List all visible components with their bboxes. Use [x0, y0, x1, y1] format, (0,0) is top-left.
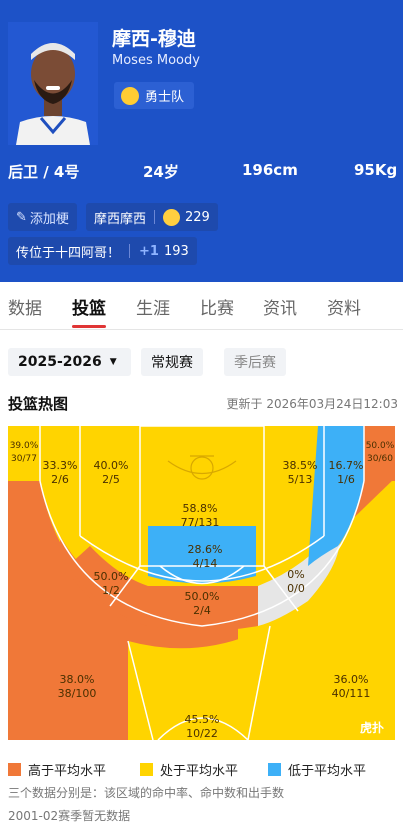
tab-games[interactable]: 比赛	[200, 294, 234, 319]
legend-label-average: 处于平均水平	[160, 764, 239, 779]
label-mid-right-base-pct: 16.7%	[329, 459, 364, 472]
note-explanation: 三个数据分别是：该区域的命中率、命中数和出手数	[8, 786, 285, 800]
chip-divider	[129, 244, 131, 258]
laugh-emoji-icon	[163, 208, 181, 226]
player-age: 24岁	[143, 163, 179, 181]
label-paint-pct: 28.6%	[188, 543, 223, 556]
label-mid-left-elbow-pct: 40.0%	[94, 459, 129, 472]
label-mid-left-elbow-made: 2/5	[102, 473, 120, 486]
label-mid-right-wing-pct: 0%	[287, 568, 304, 581]
heatmap-title: 投篮热图	[8, 395, 69, 413]
tab-profile[interactable]: 资料	[327, 294, 361, 319]
label-mid-left-base-made: 2/6	[51, 473, 69, 486]
plus-one-icon: +1	[139, 243, 159, 259]
legend-swatch-below	[268, 763, 281, 776]
tab-bar: 数据 投篮 生涯 比赛 资讯 资料	[0, 282, 403, 330]
tab-shooting[interactable]: 投篮	[72, 294, 106, 319]
label-rim-made: 77/131	[181, 516, 220, 529]
add-tag-label: 添加梗	[29, 211, 69, 227]
team-name: 勇士队	[145, 90, 185, 105]
quote-text: 传位于十四阿哥！	[16, 245, 121, 261]
legend-label-below: 低于平均水平	[288, 764, 367, 779]
updated-time: 更新于 2026年03月24日12:03	[226, 397, 398, 411]
label-corner-left-pct: 39.0%	[10, 441, 39, 451]
player-name-en: Moses Moody	[112, 53, 200, 68]
hupu-watermark: 虎扑	[360, 720, 384, 735]
chip-divider	[154, 210, 156, 224]
label-three-left-pct: 38.0%	[60, 673, 95, 686]
legend-swatch-above	[8, 763, 21, 776]
player-avatar	[8, 22, 98, 145]
nickname-tag[interactable]: 摩西摩西 229	[86, 203, 218, 231]
label-mid-right-elbow-pct: 38.5%	[283, 459, 318, 472]
player-position: 后卫 / 4号	[8, 163, 80, 181]
pencil-icon: ✎	[16, 209, 27, 225]
legend-swatch-average	[140, 763, 153, 776]
label-three-top-made: 10/22	[186, 727, 218, 740]
tab-stats[interactable]: 数据	[8, 294, 42, 319]
label-corner-right-pct: 50.0%	[366, 441, 395, 451]
label-three-right-pct: 36.0%	[334, 673, 369, 686]
tab-career[interactable]: 生涯	[136, 294, 170, 319]
add-tag-button[interactable]: ✎ 添加梗	[8, 203, 77, 231]
quote-tag[interactable]: 传位于十四阿哥！ +1 193	[8, 237, 197, 265]
warriors-logo-icon	[121, 86, 139, 105]
tab-news[interactable]: 资讯	[263, 294, 297, 319]
player-weight: 95Kg	[354, 161, 398, 179]
nickname-count: 229	[185, 209, 210, 225]
label-mid-top-made: 2/4	[193, 604, 211, 617]
label-corner-right-made: 30/60	[367, 454, 393, 464]
label-corner-left-made: 30/77	[11, 454, 37, 464]
label-mid-right-wing-made: 0/0	[287, 582, 305, 595]
nickname-text: 摩西摩西	[94, 211, 147, 227]
player-header: 摩西-穆迪 Moses Moody 勇士队 后卫 / 4号 24岁 196cm …	[0, 0, 403, 282]
label-paint-made: 4/14	[193, 557, 218, 570]
label-three-top-pct: 45.5%	[185, 713, 220, 726]
player-height: 196cm	[242, 161, 298, 179]
label-mid-right-base-made: 1/6	[337, 473, 355, 486]
team-chip[interactable]: 勇士队	[114, 82, 195, 109]
player-name-cn: 摩西-穆迪	[112, 28, 196, 50]
legend-label-above: 高于平均水平	[28, 764, 107, 779]
caret-down-icon: ▼	[109, 357, 117, 367]
active-tab-indicator	[72, 325, 106, 328]
label-three-right-made: 40/111	[332, 687, 371, 700]
note-missing-season: 2001-02赛季暂无数据	[8, 809, 131, 823]
label-mid-left-wing-made: 1/2	[102, 584, 120, 597]
legend-above: 高于平均水平	[8, 760, 106, 779]
label-mid-right-elbow-made: 5/13	[288, 473, 313, 486]
season-select[interactable]: 2025-2026 ▼	[8, 348, 131, 376]
label-three-left-made: 38/100	[58, 687, 97, 700]
legend-below: 低于平均水平	[268, 760, 366, 779]
quote-count: 193	[163, 243, 189, 259]
label-mid-top-pct: 50.0%	[185, 590, 220, 603]
shot-heatmap: 39.0% 30/77 50.0% 30/60 33.3% 2/6 40.0% …	[8, 425, 395, 741]
label-mid-left-wing-pct: 50.0%	[94, 570, 129, 583]
label-mid-left-base-pct: 33.3%	[43, 459, 78, 472]
regular-season-button[interactable]: 常规赛	[141, 348, 203, 376]
season-value: 2025-2026	[18, 354, 102, 370]
label-rim-pct: 58.8%	[183, 502, 218, 515]
playoffs-button[interactable]: 季后赛	[224, 348, 286, 376]
legend-average: 处于平均水平	[140, 760, 238, 779]
